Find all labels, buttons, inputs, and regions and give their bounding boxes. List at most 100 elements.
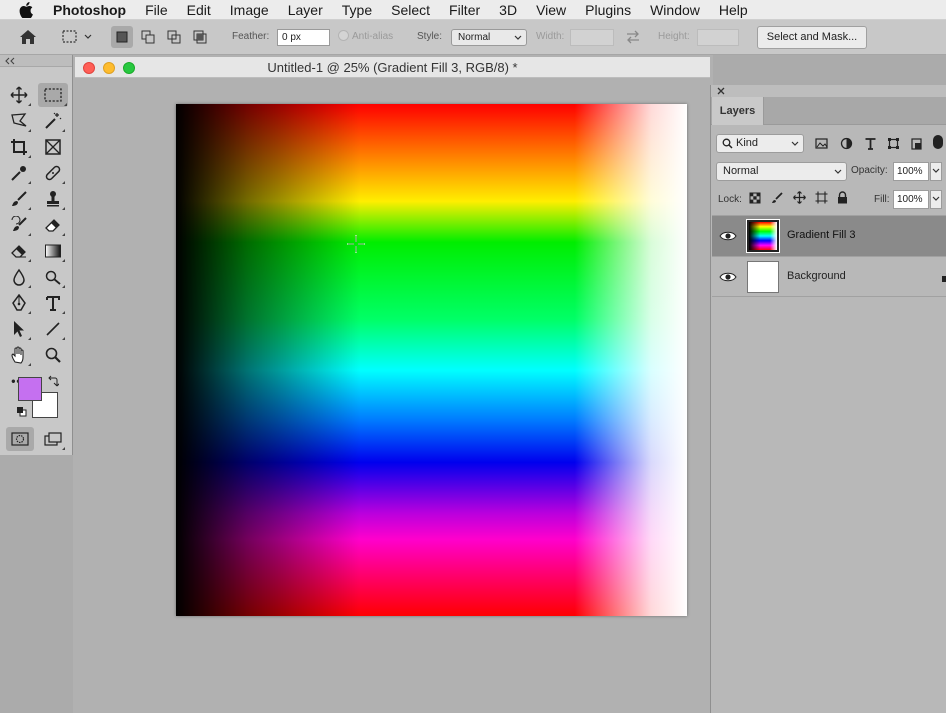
- tool-preset-picker[interactable]: [58, 26, 94, 48]
- menu-select[interactable]: Select: [391, 2, 430, 18]
- fill-input[interactable]: 100%: [893, 190, 929, 209]
- line-icon: [46, 322, 60, 336]
- menu-edit[interactable]: Edit: [187, 2, 211, 18]
- drop-icon: [13, 268, 25, 286]
- swap-colors-icon[interactable]: [47, 375, 59, 387]
- filter-adjustment-icon[interactable]: [840, 137, 853, 150]
- chevron-down-icon: [932, 168, 940, 173]
- clone-stamp-tool[interactable]: [40, 187, 66, 211]
- menu-plugins[interactable]: Plugins: [585, 2, 631, 18]
- type-tool[interactable]: [40, 291, 66, 315]
- intersect-selection-icon[interactable]: [189, 26, 211, 48]
- fill-dropdown[interactable]: [930, 190, 942, 209]
- panel-tabs: Layers: [711, 97, 946, 125]
- swap-width-height-icon[interactable]: [622, 26, 644, 48]
- filter-pixel-icon[interactable]: [815, 137, 828, 150]
- filter-type-icon[interactable]: [864, 137, 877, 150]
- tools-panel: •••: [0, 55, 73, 455]
- menu-type[interactable]: Type: [342, 2, 372, 18]
- apple-icon[interactable]: [19, 0, 37, 20]
- type-icon: [46, 296, 60, 311]
- menu-view[interactable]: View: [536, 2, 566, 18]
- blend-mode-select[interactable]: Normal: [716, 162, 847, 181]
- menu-3d[interactable]: 3D: [499, 2, 517, 18]
- line-tool[interactable]: [40, 317, 66, 341]
- eyedropper-tool[interactable]: [6, 161, 32, 185]
- default-colors-icon[interactable]: [16, 406, 27, 417]
- chevron-down-icon: [791, 141, 799, 146]
- frame-tool[interactable]: [40, 135, 66, 159]
- layer-filter-select[interactable]: Kind: [716, 134, 804, 153]
- layer-name[interactable]: Background: [787, 270, 846, 282]
- rectangular-marquee-tool[interactable]: [38, 83, 68, 107]
- quick-mask-button[interactable]: [6, 427, 34, 451]
- lock-artboard-icon[interactable]: [815, 191, 828, 204]
- pen-tool[interactable]: [6, 291, 32, 315]
- height-label: Height:: [658, 31, 690, 42]
- history-brush-tool[interactable]: [6, 213, 32, 237]
- width-input[interactable]: [570, 29, 614, 46]
- document-canvas[interactable]: [176, 104, 687, 616]
- new-selection-icon[interactable]: [111, 26, 133, 48]
- healing-brush-tool[interactable]: [40, 161, 66, 185]
- menu-image[interactable]: Image: [230, 2, 269, 18]
- lock-position-icon[interactable]: [793, 191, 806, 204]
- magic-wand-tool[interactable]: [40, 109, 66, 133]
- filter-shape-icon[interactable]: [887, 137, 900, 150]
- dodge-tool[interactable]: [40, 265, 66, 289]
- lock-pixels-icon[interactable]: [771, 192, 783, 204]
- path-selection-tool[interactable]: [6, 317, 32, 341]
- style-select[interactable]: Normal: [451, 29, 527, 46]
- layer-row[interactable]: Background: [712, 256, 946, 297]
- layer-thumbnail: [747, 261, 779, 293]
- tools-panel-header[interactable]: [0, 55, 72, 67]
- foreground-color-swatch[interactable]: [18, 377, 42, 401]
- select-and-mask-button[interactable]: Select and Mask...: [757, 26, 867, 49]
- lock-all-icon[interactable]: [837, 191, 848, 204]
- move-tool[interactable]: [6, 83, 32, 107]
- menu-app-name[interactable]: Photoshop: [53, 2, 126, 18]
- blur-tool[interactable]: [6, 265, 32, 289]
- lock-transparent-icon[interactable]: [749, 192, 761, 204]
- eyedropper-icon: [11, 166, 26, 181]
- hand-icon: [11, 346, 24, 364]
- layer-name[interactable]: Gradient Fill 3: [787, 229, 855, 241]
- pen-icon: [12, 294, 26, 311]
- blend-mode-value: Normal: [723, 165, 759, 177]
- layer-row[interactable]: Gradient Fill 3: [712, 215, 946, 256]
- menu-filter[interactable]: Filter: [449, 2, 480, 18]
- antialias-checkbox[interactable]: [338, 30, 349, 41]
- zoom-tool[interactable]: [40, 343, 66, 367]
- collapse-panel-icon[interactable]: [4, 56, 16, 66]
- add-to-selection-icon[interactable]: [137, 26, 159, 48]
- gradient-tool[interactable]: [40, 239, 66, 263]
- height-input[interactable]: [697, 29, 739, 46]
- lasso-tool[interactable]: [6, 109, 32, 133]
- menu-layer[interactable]: Layer: [288, 2, 323, 18]
- menu-file[interactable]: File: [145, 2, 168, 18]
- crop-tool[interactable]: [6, 135, 32, 159]
- polygonal-lasso-icon: [11, 113, 27, 127]
- quick-mask-icon: [11, 432, 29, 446]
- subtract-from-selection-icon[interactable]: [163, 26, 185, 48]
- eraser-tool-alt[interactable]: [6, 239, 32, 263]
- eraser-tool[interactable]: [40, 213, 66, 237]
- brush-tool[interactable]: [6, 187, 32, 211]
- antialias-label: Anti-alias: [352, 31, 394, 42]
- screen-mode-button[interactable]: [40, 427, 66, 451]
- opacity-input[interactable]: 100%: [893, 162, 929, 181]
- close-panel-icon[interactable]: [717, 87, 725, 95]
- menu-help[interactable]: Help: [719, 2, 748, 18]
- opacity-dropdown[interactable]: [930, 162, 942, 181]
- eye-icon[interactable]: [719, 270, 737, 284]
- chevron-down-icon: [932, 196, 940, 201]
- menu-window[interactable]: Window: [650, 2, 700, 18]
- tab-layers[interactable]: Layers: [712, 97, 764, 125]
- filter-smart-object-icon[interactable]: [910, 137, 923, 150]
- feather-input[interactable]: 0 px: [277, 29, 330, 46]
- hand-tool[interactable]: [6, 343, 32, 367]
- filter-toggle[interactable]: [933, 135, 943, 149]
- layer-filter-value: Kind: [736, 137, 759, 149]
- home-icon[interactable]: [17, 26, 39, 48]
- eye-icon[interactable]: [719, 229, 737, 243]
